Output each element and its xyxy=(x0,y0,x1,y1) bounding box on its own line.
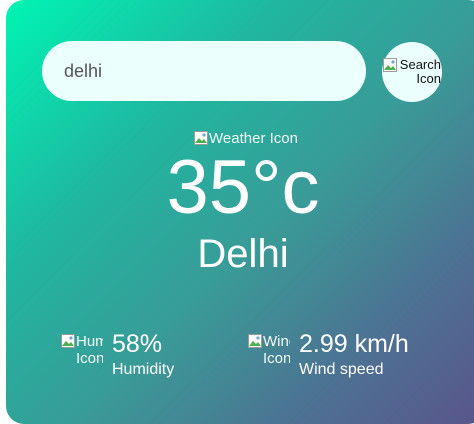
city-name: Delhi xyxy=(197,232,289,276)
search-input[interactable] xyxy=(42,41,366,101)
wind-speed-label: Wind speed xyxy=(299,361,384,378)
broken-image-icon xyxy=(194,131,209,145)
humidity-value: 58% xyxy=(112,330,163,358)
search-icon-alt-text: Search Icon xyxy=(399,58,441,86)
search-row: Search Icon xyxy=(42,41,446,102)
humidity-icon-alt-text: Humidity Icon xyxy=(76,334,103,367)
broken-image-icon xyxy=(383,58,397,73)
wind-icon-alt-text: Wind Icon xyxy=(263,334,290,367)
temperature: 35°c xyxy=(166,145,320,230)
humidity-icon: Humidity Icon xyxy=(61,334,103,386)
search-icon: Search Icon xyxy=(383,58,441,85)
wind-speed-value: 2.99 km/h xyxy=(299,330,409,358)
search-button[interactable]: Search Icon xyxy=(382,42,442,102)
humidity-label: Humidity xyxy=(112,361,175,378)
weather-card: Search Icon Weather Icon 35°c Delhi Humi… xyxy=(6,0,474,424)
broken-image-icon xyxy=(248,334,262,348)
broken-image-icon xyxy=(61,334,75,348)
wind-icon: Wind Icon xyxy=(248,334,290,386)
